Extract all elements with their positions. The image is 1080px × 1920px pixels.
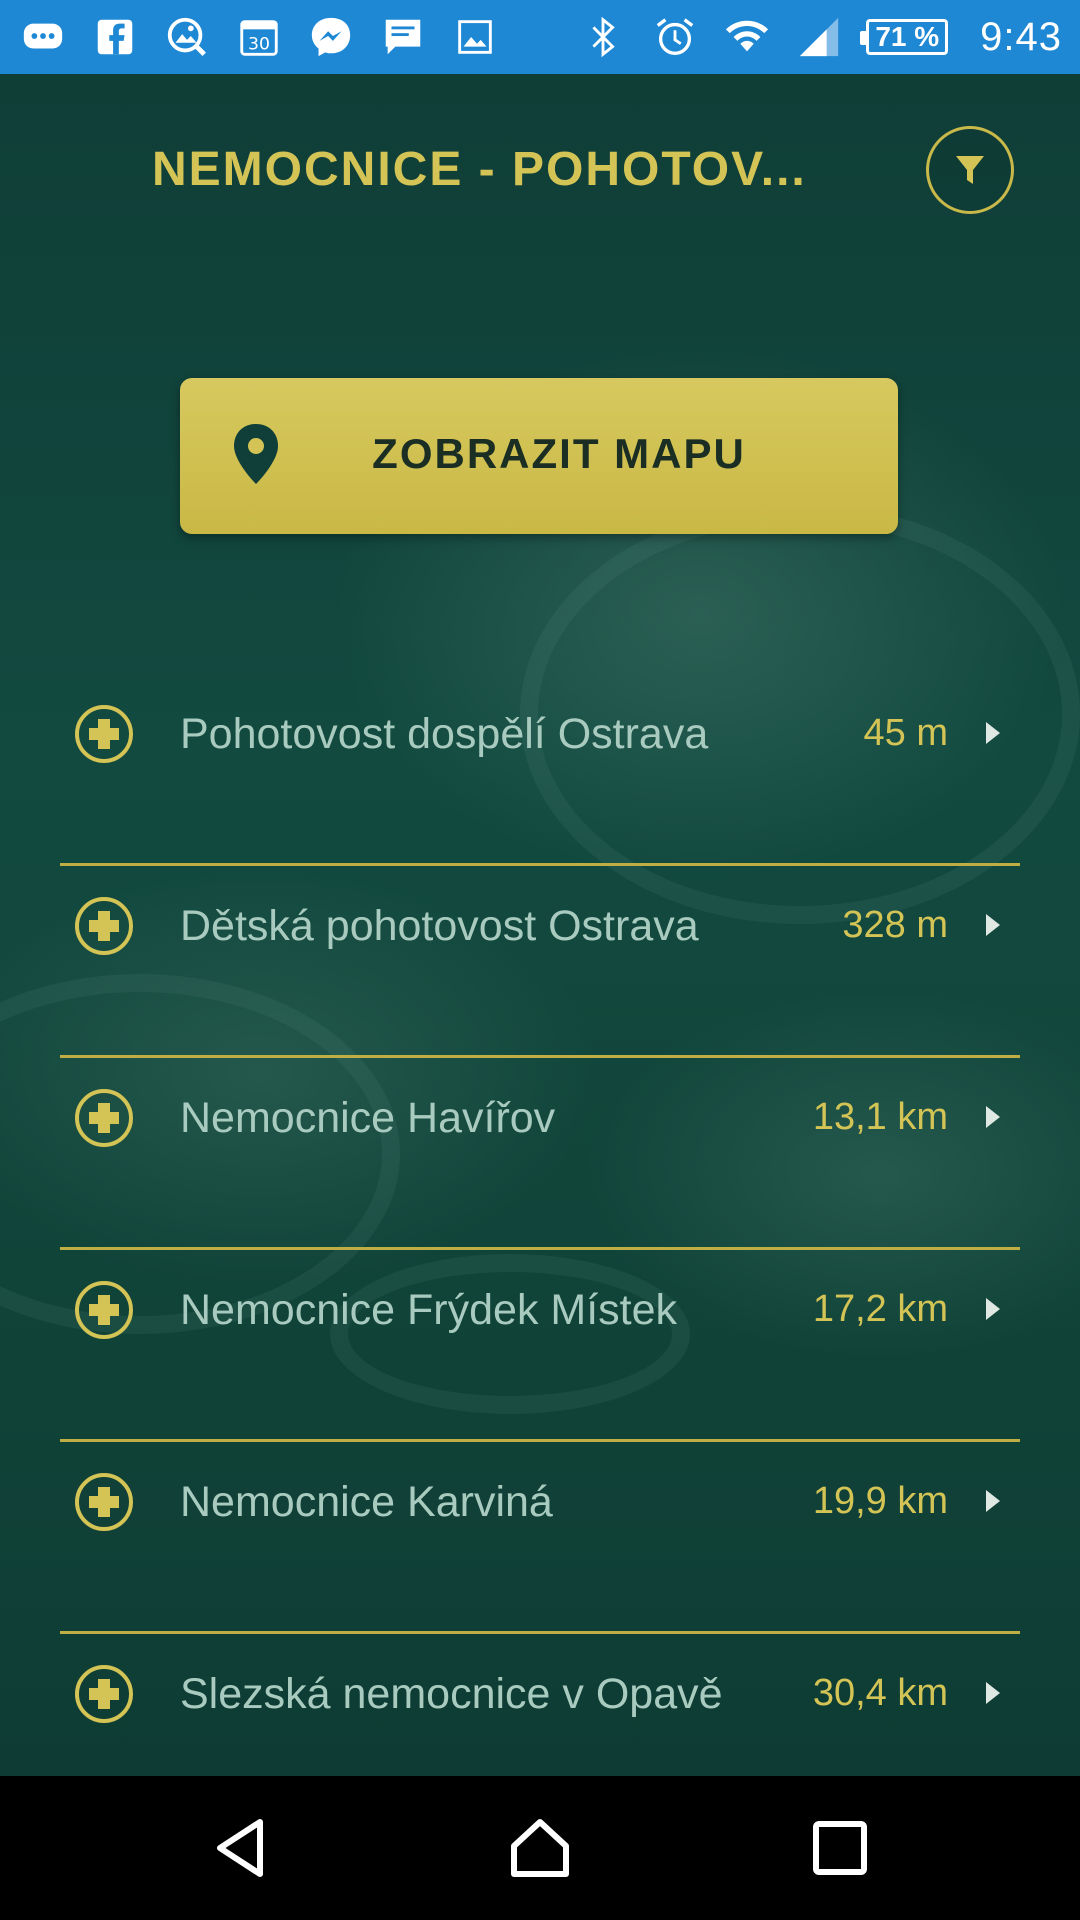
medical-cross-icon xyxy=(75,705,133,763)
calendar-icon: 30 xyxy=(234,14,284,60)
hospital-list: Pohotovost dospělí Ostrava 45 m Dětská p… xyxy=(60,674,1020,1776)
filter-icon xyxy=(956,156,984,184)
chevron-right-icon xyxy=(986,1298,1000,1320)
hospital-name: Nemocnice Frýdek Místek xyxy=(180,1286,678,1334)
hospital-distance: 30,4 km xyxy=(812,1672,948,1714)
alarm-icon xyxy=(650,14,700,60)
hospital-distance: 328 m xyxy=(842,904,948,946)
facebook-icon xyxy=(90,14,140,60)
messenger-icon xyxy=(306,14,356,60)
medical-cross-icon xyxy=(75,1089,133,1147)
list-item[interactable]: Nemocnice Frýdek Místek 17,2 km xyxy=(60,1250,1020,1442)
home-icon[interactable] xyxy=(508,1816,572,1880)
list-item[interactable]: Slezská nemocnice v Opavě 30,4 km xyxy=(60,1634,1020,1776)
main-content: NEMOCNICE - POHOTOV... ZOBRAZIT MAPU Poh… xyxy=(0,74,1080,1776)
hospital-name: Slezská nemocnice v Opavě xyxy=(180,1670,723,1718)
medical-cross-icon xyxy=(75,897,133,955)
status-bar: 30 71 % 9:43 xyxy=(0,0,1080,74)
chevron-right-icon xyxy=(986,722,1000,744)
list-item[interactable]: Nemocnice Karviná 19,9 km xyxy=(60,1442,1020,1634)
hospital-distance: 17,2 km xyxy=(812,1288,948,1330)
show-map-label: ZOBRAZIT MAPU xyxy=(372,430,746,477)
filter-button[interactable] xyxy=(926,126,1014,214)
system-icons: 71 % 9:43 xyxy=(578,14,1062,60)
battery-indicator: 71 % xyxy=(860,19,949,55)
hospital-name: Dětská pohotovost Ostrava xyxy=(180,902,699,950)
chevron-right-icon xyxy=(986,1106,1000,1128)
hospital-name: Pohotovost dospělí Ostrava xyxy=(180,710,709,758)
header: NEMOCNICE - POHOTOV... xyxy=(0,74,1080,264)
wifi-icon xyxy=(722,14,772,60)
hospital-distance: 13,1 km xyxy=(812,1096,948,1138)
message-icon xyxy=(378,14,428,60)
list-item[interactable]: Nemocnice Havířov 13,1 km xyxy=(60,1058,1020,1250)
show-map-button[interactable]: ZOBRAZIT MAPU xyxy=(180,378,898,534)
notification-icons: 30 xyxy=(18,14,500,60)
chevron-right-icon xyxy=(986,914,1000,936)
navigation-bar xyxy=(0,1776,1080,1920)
medical-cross-icon xyxy=(75,1281,133,1339)
medical-cross-icon xyxy=(75,1473,133,1531)
chevron-right-icon xyxy=(986,1682,1000,1704)
hospital-name: Nemocnice Karviná xyxy=(180,1478,553,1526)
hospital-distance: 45 m xyxy=(863,712,948,754)
chat-bubble-icon xyxy=(18,14,68,60)
list-item[interactable]: Pohotovost dospělí Ostrava 45 m xyxy=(60,674,1020,866)
svg-text:30: 30 xyxy=(248,34,270,54)
back-icon[interactable] xyxy=(210,1816,274,1880)
bluetooth-icon xyxy=(578,14,628,60)
medical-cross-icon xyxy=(75,1665,133,1723)
list-item[interactable]: Dětská pohotovost Ostrava 328 m xyxy=(60,866,1020,1058)
chevron-right-icon xyxy=(986,1490,1000,1512)
page-title: NEMOCNICE - POHOTOV... xyxy=(152,143,807,196)
signal-icon xyxy=(794,14,844,60)
recents-icon[interactable] xyxy=(808,1816,872,1880)
clock: 9:43 xyxy=(980,14,1062,59)
hospital-distance: 19,9 km xyxy=(812,1480,948,1522)
hospital-name: Nemocnice Havířov xyxy=(180,1094,556,1142)
gallery-icon xyxy=(450,14,500,60)
image-search-icon xyxy=(162,14,212,60)
